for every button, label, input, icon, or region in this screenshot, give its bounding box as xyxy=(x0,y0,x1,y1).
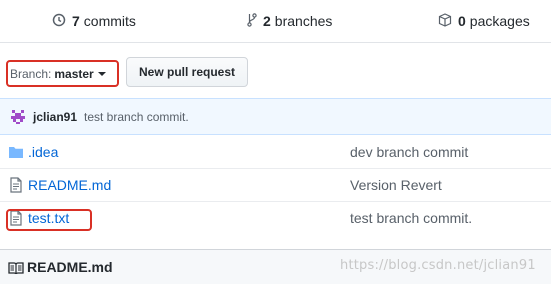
watermark-text: https://blog.csdn.net/jclian91 xyxy=(340,258,536,273)
file-name-link[interactable]: README.md xyxy=(28,177,111,193)
latest-commit-bar: jclian91 test branch commit. xyxy=(0,99,551,135)
file-commit-message[interactable]: test branch commit. xyxy=(350,210,472,226)
branch-select-button[interactable]: Branch: master xyxy=(6,60,119,87)
repo-stats-bar: 7 commits 2 branches 0 packages xyxy=(0,0,551,43)
file-commit-message[interactable]: dev branch commit xyxy=(350,144,468,160)
readme-title: README.md xyxy=(27,259,113,275)
file-row: README.md Version Revert xyxy=(0,169,551,202)
file-highlight-annotation xyxy=(6,209,92,231)
git-branch-icon xyxy=(247,12,263,30)
packages-link[interactable]: 0 packages xyxy=(438,12,530,30)
file-row: .idea dev branch commit xyxy=(0,136,551,169)
packages-count: 0 xyxy=(458,13,466,29)
branch-select-value: master xyxy=(54,66,94,81)
commits-link[interactable]: 7 commits xyxy=(52,12,136,30)
packages-label: packages xyxy=(469,13,530,29)
file-icon xyxy=(8,177,24,193)
new-pull-request-button[interactable]: New pull request xyxy=(126,57,248,87)
branches-link[interactable]: 2 branches xyxy=(247,12,332,30)
avatar[interactable] xyxy=(10,109,26,125)
branch-select-label: Branch: xyxy=(10,66,52,81)
file-navigation-box: jclian91 test branch commit. .idea dev b… xyxy=(0,98,551,238)
commits-label: commits xyxy=(83,13,136,29)
package-icon xyxy=(438,12,458,30)
commits-count: 7 xyxy=(72,13,80,29)
caret-down-icon xyxy=(97,71,106,76)
branches-count: 2 xyxy=(263,13,271,29)
history-icon xyxy=(52,13,72,30)
commit-author[interactable]: jclian91 xyxy=(33,110,77,124)
commit-message[interactable]: test branch commit. xyxy=(84,110,189,124)
branches-label: branches xyxy=(274,13,333,29)
file-commit-message[interactable]: Version Revert xyxy=(350,177,442,193)
file-name-link[interactable]: .idea xyxy=(28,144,58,160)
folder-icon xyxy=(8,144,24,160)
